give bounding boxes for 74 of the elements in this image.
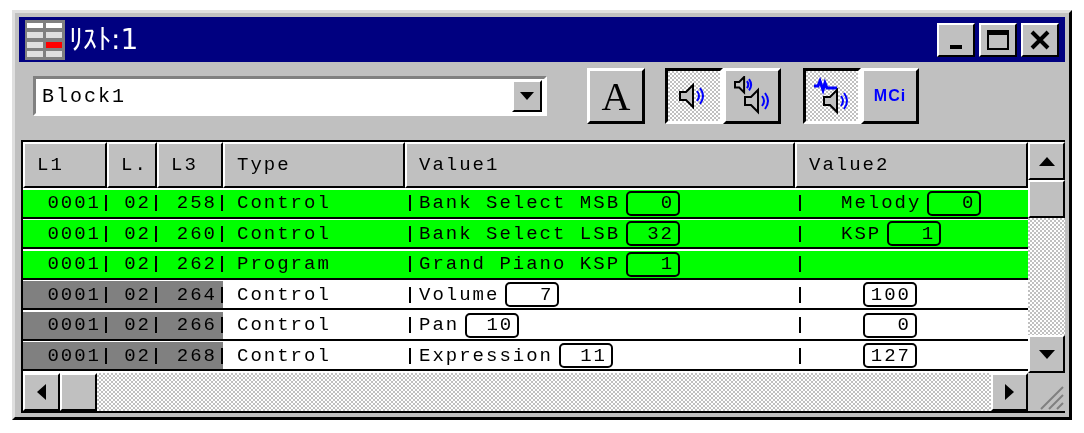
table-cell: 02 <box>107 220 157 250</box>
number-field[interactable]: 0 <box>626 190 681 216</box>
scroll-right-button[interactable] <box>991 373 1028 411</box>
maximize-icon <box>986 28 1010 51</box>
wave-speaker-button[interactable] <box>803 68 861 124</box>
table-cell: 02 <box>107 342 157 372</box>
table-cell: 02 <box>107 281 157 311</box>
table-cell: Control <box>223 189 405 219</box>
table-cell: 02 <box>107 189 157 219</box>
table-cell: 0001 <box>23 250 107 280</box>
table-cell: 0001 <box>23 189 107 219</box>
table-cell: 262 <box>157 250 223 280</box>
font-button[interactable]: A <box>587 68 645 124</box>
value-label: Pan <box>419 314 460 337</box>
table-cell: 268 <box>157 342 223 372</box>
table-cell: 264 <box>157 281 223 311</box>
speaker-button[interactable] <box>665 68 723 124</box>
column-header[interactable]: Value2 <box>795 142 1028 188</box>
column-header[interactable]: Type <box>223 142 405 188</box>
right-arrow-icon <box>1005 384 1014 400</box>
table-cell: 0001 <box>23 311 107 341</box>
scroll-down-button[interactable] <box>1028 335 1065 373</box>
number-field[interactable]: 127 <box>863 343 917 369</box>
column-header[interactable]: L1 <box>23 142 107 188</box>
mci-button[interactable]: MCi <box>861 68 919 124</box>
value-label: Bank Select MSB <box>419 192 621 215</box>
window-title: ﾘｽﾄ:1 <box>69 23 140 56</box>
close-button[interactable] <box>1021 22 1059 57</box>
column-header[interactable]: Value1 <box>405 142 795 188</box>
table-cell: 258 <box>157 189 223 219</box>
value-label: Volume <box>419 283 500 306</box>
scroll-up-button[interactable] <box>1028 142 1065 180</box>
scroll-thumb[interactable] <box>60 373 97 411</box>
column-header[interactable]: L. <box>107 142 157 188</box>
minimize-button[interactable] <box>937 22 975 57</box>
number-field[interactable]: 1 <box>887 221 942 247</box>
caret-icon <box>520 92 534 100</box>
value-label: Expression <box>419 344 554 367</box>
table-cell: 0001 <box>23 342 107 372</box>
number-field[interactable]: 7 <box>505 282 560 308</box>
close-icon <box>1029 29 1051 50</box>
dropdown-button[interactable] <box>512 80 542 112</box>
number-field[interactable]: 11 <box>559 343 614 369</box>
table-cell: 02 <box>107 250 157 280</box>
number-field[interactable]: 10 <box>465 312 520 338</box>
grid-icon <box>25 19 65 60</box>
table-cell: Control <box>223 220 405 250</box>
table-cell: 02 <box>107 311 157 341</box>
table-cell: 266 <box>157 311 223 341</box>
scroll-left-button[interactable] <box>23 373 60 411</box>
down-arrow-icon <box>1038 349 1055 359</box>
value-label: Melody <box>841 192 922 215</box>
table-cell: 0001 <box>23 281 107 311</box>
table-cell: 0001 <box>23 220 107 250</box>
left-arrow-icon <box>37 384 46 400</box>
column-header[interactable]: L3 <box>157 142 223 188</box>
block-combo-box[interactable]: Block1 <box>33 76 547 116</box>
table-cell: 260 <box>157 220 223 250</box>
maximize-button[interactable] <box>979 22 1017 57</box>
number-field[interactable]: 0 <box>927 190 982 216</box>
speakers-button[interactable] <box>723 68 781 124</box>
value-label: Grand Piano KSP <box>419 253 621 276</box>
up-arrow-icon <box>1038 156 1055 166</box>
value-label: KSP <box>841 222 882 245</box>
number-field[interactable]: 1 <box>626 251 681 277</box>
number-field[interactable]: 100 <box>863 282 917 308</box>
speakers-icon <box>733 76 771 116</box>
block-field[interactable]: Block1 <box>36 83 512 109</box>
table-cell: Program <box>223 250 405 280</box>
number-field[interactable]: 32 <box>626 221 681 247</box>
scroll-thumb[interactable] <box>1028 180 1065 218</box>
value-label: Bank Select LSB <box>419 222 621 245</box>
minimize-icon <box>950 44 962 49</box>
number-field[interactable]: 0 <box>863 312 917 338</box>
